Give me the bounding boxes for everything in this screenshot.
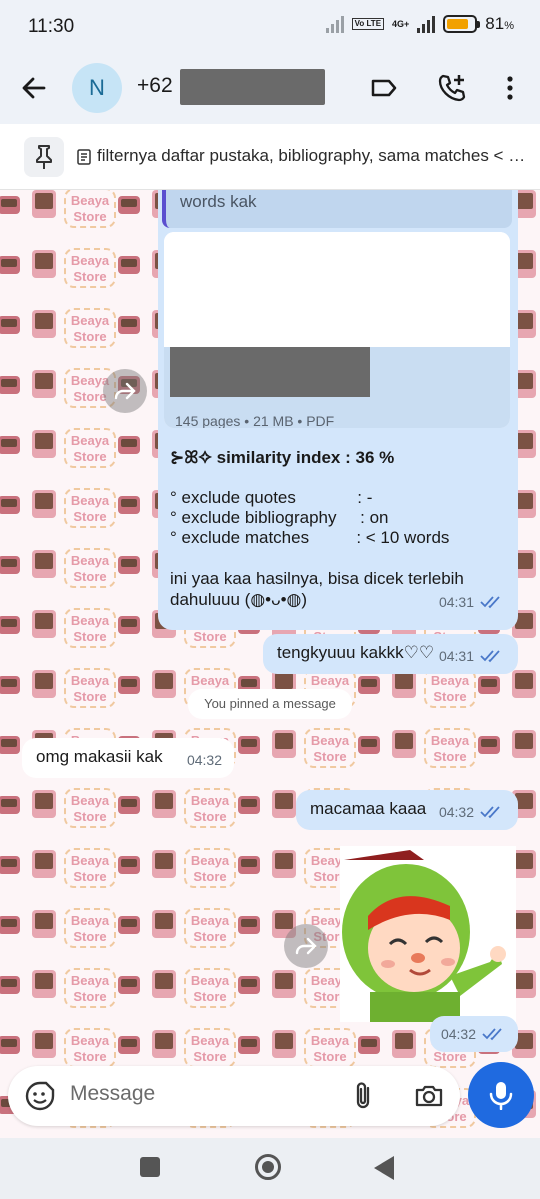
message-bubble[interactable]: tengkyuuu kakkk♡♡ 04:31 [263,634,518,674]
wallpaper-tile: BeayaStore [0,362,116,422]
wallpaper-tile: BeayaStore [0,422,116,482]
message-text: omg makasii kak [36,747,163,766]
message-meta: 04:32 [187,752,222,768]
message-time: 04:32 [186,752,222,768]
quoted-reply[interactable]: words kak [162,190,512,228]
pinned-message-bar[interactable]: filternya daftar pustaka, bibliography, … [0,124,540,190]
status-icons: Vo LTE 4G+ 81% [325,14,514,34]
file-preview [164,232,510,347]
status-bar: 11:30 Vo LTE 4G+ 81% [0,0,540,54]
message-text: tengkyuuu kakkk♡♡ [277,643,435,662]
wallpaper-tile: BeayaStore [116,902,236,962]
avatar[interactable]: N [72,63,122,113]
sticker-icon[interactable] [24,1080,56,1112]
quoted-text: words kak [180,192,257,211]
signal-sim2-icon [417,15,436,33]
wallpaper-tile: BeayaStore [356,722,476,782]
message-meta: 04:32 [441,1026,506,1042]
wallpaper-tile: BeayaStore [0,782,116,842]
wallpaper-tile: BeayaStore [0,842,116,902]
wallpaper-tile: BeayaStore [0,242,116,302]
message-text: macamaa kaaa [310,799,427,818]
volte-badge: Vo LTE [351,18,385,30]
back-button[interactable] [374,1156,394,1180]
file-info: 145 pages • 21 MB • PDF [175,413,335,428]
report-line-2: ° exclude bibliography : on [170,508,389,527]
wallpaper-tile: BeayaStore [116,782,236,842]
system-nav-bar [0,1138,540,1199]
message-time: 04:32 [440,1026,476,1042]
message-meta: 04:31 [439,594,504,610]
message-composer[interactable]: Message [8,1066,460,1126]
report-line-1: ° exclude quotes : - [170,488,373,507]
read-ticks-icon [480,650,500,663]
network-type: 4G+ [392,18,410,29]
attach-icon[interactable] [348,1080,380,1112]
camera-icon[interactable] [413,1080,445,1112]
document-icon [77,149,91,165]
wallpaper-tile: BeayaStore [236,962,356,1022]
chat-header: N +62 [0,54,540,124]
wallpaper-tile: BeayaStore [0,190,116,242]
message-input[interactable]: Message [70,1082,155,1106]
message-time: 04:32 [438,804,474,820]
file-message-bubble[interactable]: words kak ...165_ FULL TE... 145 pages •… [158,190,518,630]
read-ticks-icon [482,1028,502,1041]
contact-name[interactable]: +62 [137,74,173,98]
message-bubble[interactable]: macamaa kaaa 04:32 [296,790,518,830]
wallpaper-tile: BeayaStore [0,662,116,722]
status-time: 11:30 [28,16,75,37]
add-call-icon[interactable] [436,72,468,104]
forward-icon[interactable] [103,369,147,413]
wallpaper-tile: BeayaStore [116,842,236,902]
recents-button[interactable] [140,1157,160,1177]
label-icon[interactable] [368,72,400,104]
battery-percent: 81% [485,14,514,33]
back-arrow-icon[interactable] [18,72,50,104]
wallpaper-tile: BeayaStore [236,842,356,902]
file-attachment[interactable]: ...165_ FULL TE... 145 pages • 21 MB • P… [164,232,510,428]
report-title: ⊱ꕤ✧ similarity index : 36 % [170,448,395,467]
pinned-text: filternya daftar pustaka, bibliography, … [97,146,527,165]
message-meta: 04:31 [439,648,504,664]
pin-icon [24,137,64,177]
redacted-phone-number [180,69,325,105]
read-ticks-icon [480,596,500,609]
wallpaper-tile: BeayaStore [0,602,116,662]
sticker[interactable] [340,846,516,1022]
wallpaper-tile: BeayaStore [116,962,236,1022]
redacted-file-name [170,347,370,397]
forward-icon[interactable] [284,924,328,968]
wallpaper-tile: BeayaStore [0,902,116,962]
wallpaper-tile: BeayaStore [0,962,116,1022]
wallpaper-tile: BeayaStore [0,302,116,362]
battery-fill [447,19,469,29]
message-time: 04:31 [438,594,474,610]
wallpaper-tile: BeayaStore [476,722,540,782]
mic-icon [489,1082,513,1110]
read-ticks-icon [480,806,500,819]
battery-icon [443,15,481,33]
message-meta: 04:32 [439,804,504,820]
wallpaper-tile: BeayaStore [236,722,356,782]
wallpaper-tile: BeayaStore [0,542,116,602]
system-message: You pinned a message [188,689,352,719]
message-time: 04:31 [438,648,474,664]
report-line-3: ° exclude matches : < 10 words [170,528,450,547]
chat-area[interactable]: Beaya Store Beaya Store Beaya Store Beaya Store… [0,190,540,1138]
wallpaper-tile: BeayaStore [0,482,116,542]
home-button[interactable] [255,1154,281,1180]
signal-sim1-icon [325,15,344,33]
mic-button[interactable] [468,1062,534,1128]
message-bubble[interactable]: omg makasii kak 04:32 [22,738,234,778]
more-options-icon[interactable] [494,72,526,104]
report-note: ini yaa kaa hasilnya, bisa dicek terlebi… [170,569,464,609]
sticker-meta-bubble: 04:32 [430,1016,518,1052]
